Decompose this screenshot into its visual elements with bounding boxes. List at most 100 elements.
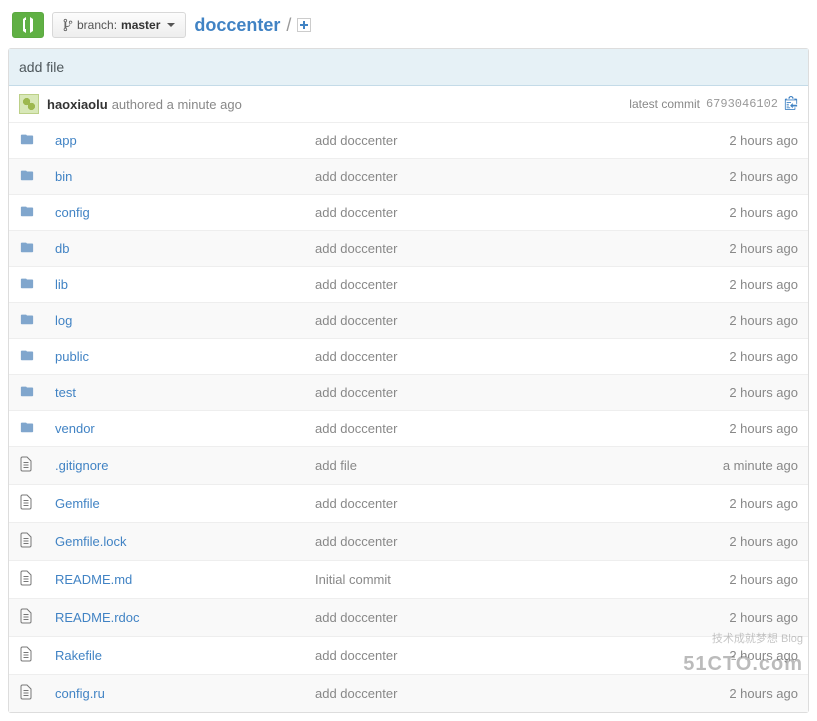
- commit-message[interactable]: add doccenter: [305, 523, 668, 561]
- file-icon: [19, 460, 33, 475]
- commit-message[interactable]: add doccenter: [305, 599, 668, 637]
- commit-age: 2 hours ago: [668, 159, 808, 195]
- folder-icon-cell: [9, 375, 45, 411]
- file-link[interactable]: vendor: [55, 421, 95, 436]
- file-link[interactable]: .gitignore: [55, 458, 108, 473]
- file-link[interactable]: db: [55, 241, 69, 256]
- file-link[interactable]: bin: [55, 169, 72, 184]
- table-row: test add doccenter2 hours ago: [9, 375, 808, 411]
- branch-selector[interactable]: branch: master: [52, 12, 186, 38]
- commit-age: 2 hours ago: [668, 231, 808, 267]
- file-link[interactable]: Gemfile: [55, 496, 100, 511]
- folder-icon: [19, 386, 35, 401]
- avatar[interactable]: [19, 94, 39, 114]
- file-icon: [19, 650, 33, 665]
- folder-icon: [19, 350, 35, 365]
- folder-icon-cell: [9, 195, 45, 231]
- table-row: bin add doccenter2 hours ago: [9, 159, 808, 195]
- latest-commit-meta: haoxiaolu authored a minute ago latest c…: [9, 86, 808, 123]
- table-row: README.mdInitial commit2 hours ago: [9, 561, 808, 599]
- commit-age: 2 hours ago: [668, 123, 808, 159]
- plus-icon: [300, 21, 308, 29]
- commit-message[interactable]: add doccenter: [305, 339, 668, 375]
- file-link[interactable]: README.md: [55, 572, 132, 587]
- file-icon: [19, 498, 33, 513]
- commit-age: a minute ago: [668, 447, 808, 485]
- table-row: log add doccenter2 hours ago: [9, 303, 808, 339]
- file-table: appadd doccenter2 hours agobinadd doccen…: [9, 123, 808, 712]
- table-row: db add doccenter2 hours ago: [9, 231, 808, 267]
- commit-message[interactable]: add doccenter: [305, 485, 668, 523]
- commit-age: 2 hours ago: [668, 375, 808, 411]
- table-row: lib add doccenter2 hours ago: [9, 267, 808, 303]
- commit-age: 2 hours ago: [668, 411, 808, 447]
- commit-message[interactable]: add doccenter: [305, 411, 668, 447]
- file-link[interactable]: Gemfile.lock: [55, 534, 127, 549]
- commit-message[interactable]: add doccenter: [305, 375, 668, 411]
- compare-button[interactable]: [12, 12, 44, 38]
- clipboard-icon: [784, 96, 798, 110]
- file-link[interactable]: test: [55, 385, 76, 400]
- commit-age: 2 hours ago: [668, 637, 808, 675]
- commit-message[interactable]: add doccenter: [305, 123, 668, 159]
- folder-icon-cell: [9, 411, 45, 447]
- git-branch-icon: [63, 18, 73, 32]
- commit-age: 2 hours ago: [668, 339, 808, 375]
- commit-message[interactable]: add doccenter: [305, 267, 668, 303]
- commit-message[interactable]: add doccenter: [305, 231, 668, 267]
- file-link[interactable]: public: [55, 349, 89, 364]
- breadcrumb: doccenter /: [194, 15, 311, 36]
- commit-message[interactable]: add file: [305, 447, 668, 485]
- table-row: app add doccenter2 hours ago: [9, 123, 808, 159]
- file-icon: [19, 536, 33, 551]
- new-file-button[interactable]: [297, 18, 311, 32]
- folder-icon-cell: [9, 339, 45, 375]
- commit-message[interactable]: add doccenter: [305, 303, 668, 339]
- commit-message[interactable]: Initial commit: [305, 561, 668, 599]
- commit-message[interactable]: add doccenter: [305, 637, 668, 675]
- folder-icon-cell: [9, 159, 45, 195]
- commit-age: 2 hours ago: [668, 485, 808, 523]
- file-browser: add file haoxiaolu authored a minute ago…: [8, 48, 809, 713]
- commit-message[interactable]: add doccenter: [305, 195, 668, 231]
- file-link[interactable]: lib: [55, 277, 68, 292]
- file-link[interactable]: README.rdoc: [55, 610, 140, 625]
- file-icon-cell: [9, 485, 45, 523]
- folder-icon: [19, 170, 35, 185]
- path-separator: /: [286, 15, 291, 36]
- table-row: config.ruadd doccenter2 hours ago: [9, 675, 808, 713]
- commit-age: 2 hours ago: [668, 195, 808, 231]
- copy-sha-button[interactable]: [784, 96, 798, 113]
- commit-authored-verb: authored: [112, 97, 163, 112]
- file-icon-cell: [9, 447, 45, 485]
- folder-icon-cell: [9, 231, 45, 267]
- branch-label: branch:: [77, 18, 117, 32]
- file-icon-cell: [9, 561, 45, 599]
- commit-authored-time: a minute ago: [167, 97, 242, 112]
- commit-age: 2 hours ago: [668, 267, 808, 303]
- repo-root-link[interactable]: doccenter: [194, 15, 280, 36]
- folder-icon: [19, 314, 35, 329]
- file-link[interactable]: log: [55, 313, 72, 328]
- file-link[interactable]: config: [55, 205, 90, 220]
- commit-message[interactable]: add doccenter: [305, 159, 668, 195]
- repo-header: branch: master doccenter /: [8, 8, 809, 48]
- table-row: config add doccenter2 hours ago: [9, 195, 808, 231]
- commit-age: 2 hours ago: [668, 599, 808, 637]
- folder-icon-cell: [9, 123, 45, 159]
- table-row: README.rdoc add doccenter2 hours ago: [9, 599, 808, 637]
- commit-sha[interactable]: 6793046102: [706, 97, 778, 111]
- file-icon: [19, 688, 33, 703]
- file-icon-cell: [9, 675, 45, 713]
- file-icon-cell: [9, 599, 45, 637]
- table-row: Gemfile.lockadd doccenter2 hours ago: [9, 523, 808, 561]
- commit-author[interactable]: haoxiaolu: [47, 97, 108, 112]
- file-link[interactable]: config.ru: [55, 686, 105, 701]
- file-link[interactable]: Rakefile: [55, 648, 102, 663]
- commit-age: 2 hours ago: [668, 303, 808, 339]
- commit-message[interactable]: add doccenter: [305, 675, 668, 713]
- folder-icon: [19, 422, 35, 437]
- folder-icon: [19, 206, 35, 221]
- folder-icon: [19, 134, 35, 149]
- file-link[interactable]: app: [55, 133, 77, 148]
